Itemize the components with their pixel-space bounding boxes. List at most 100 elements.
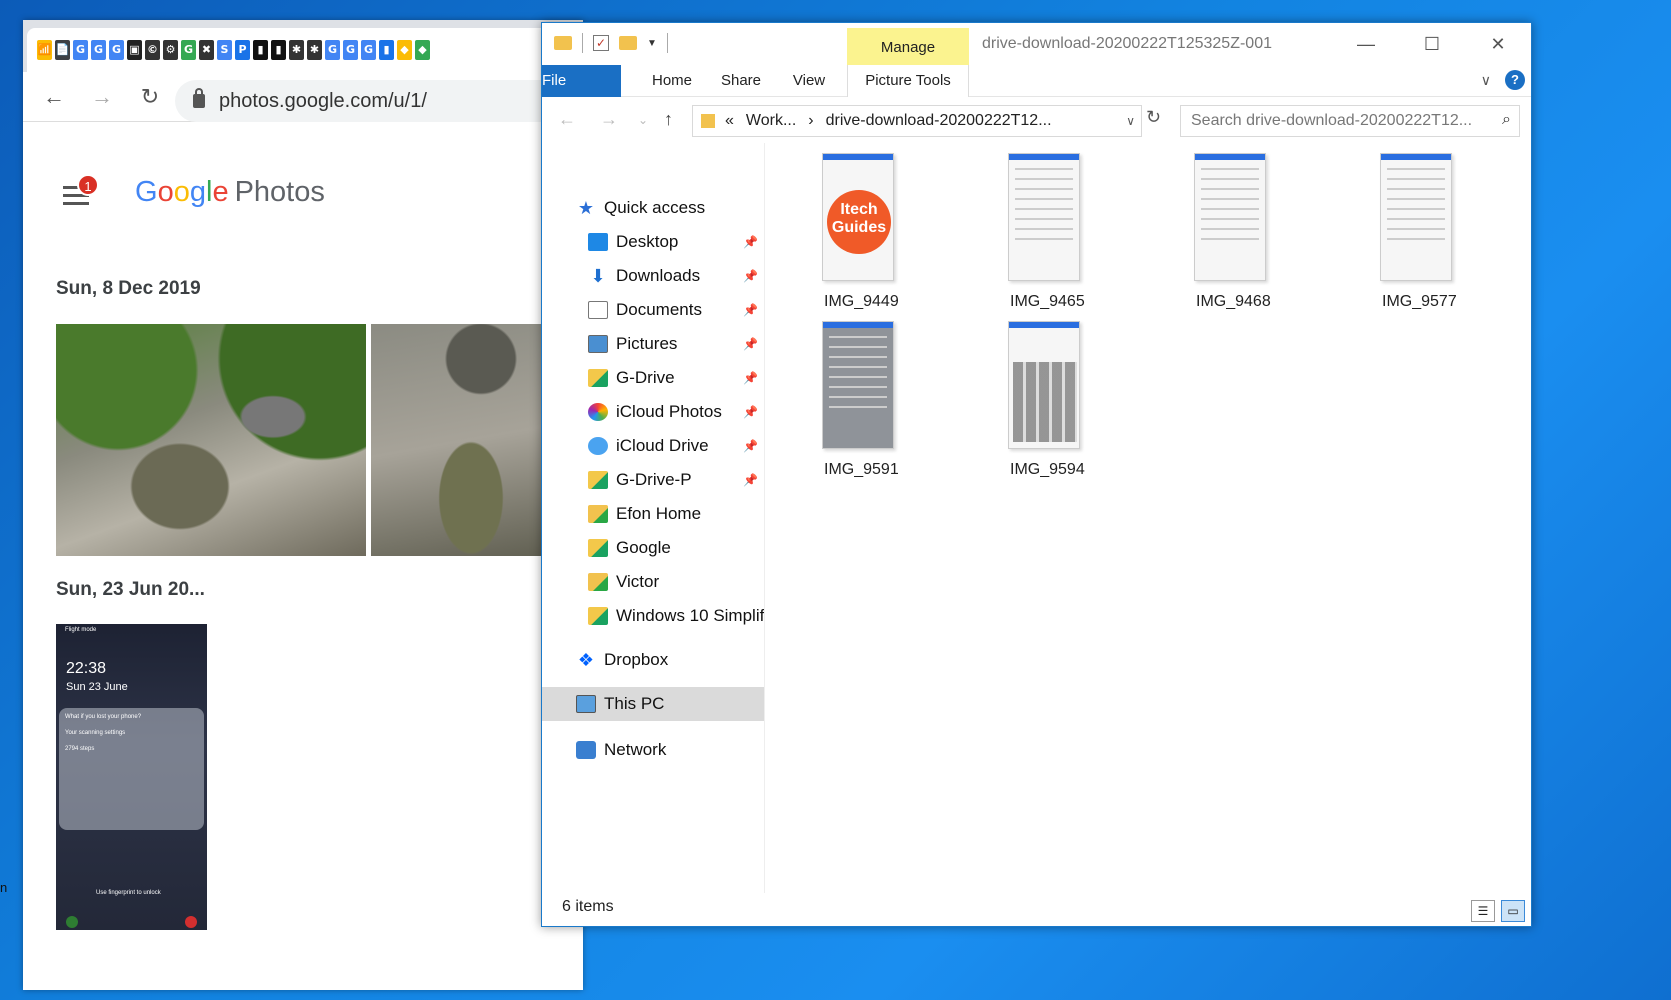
back-arrow-icon[interactable]: ← xyxy=(41,84,67,110)
nav-item-quick-access[interactable]: ★ Quick access xyxy=(542,191,764,225)
phone-time: 22:38 xyxy=(66,660,107,677)
breadcrumb-separator[interactable]: › xyxy=(808,112,813,130)
nav-item-efon-home[interactable]: Efon Home xyxy=(542,497,764,531)
minimize-button[interactable]: — xyxy=(1333,23,1399,65)
pin-icon[interactable]: 📌 xyxy=(743,371,758,385)
file-item[interactable]: IMG_9577 xyxy=(1340,153,1460,311)
help-icon[interactable]: ? xyxy=(1505,70,1525,90)
tab-favicon-icon[interactable]: ▮ xyxy=(271,40,286,60)
nav-item-downloads[interactable]: ⬇ Downloads 📌 xyxy=(542,259,764,293)
large-icons-view-button[interactable]: ▭ xyxy=(1501,900,1525,922)
tab-favicon-icon[interactable]: P xyxy=(235,40,250,60)
breadcrumb-overflow[interactable]: « xyxy=(725,112,734,130)
phone-date: Sun 23 June xyxy=(66,681,128,693)
tab-google-photos[interactable]: 📶📄GGG▣©⚙G✖SP▮▮✱✱GGG▮◆◆ × xyxy=(27,28,575,72)
address-bar[interactable]: photos.google.com/u/1/ xyxy=(175,80,583,122)
photo-thumbnail-phone-screenshot[interactable]: Flight mode 22:38 Sun 23 June What if yo… xyxy=(56,624,207,930)
breadcrumb-current[interactable]: drive-download-20200222T12... xyxy=(826,112,1052,130)
tab-favicon-icon[interactable]: G xyxy=(325,40,340,60)
nav-item-desktop[interactable]: Desktop 📌 xyxy=(542,225,764,259)
nav-item-this-pc[interactable]: This PC xyxy=(542,687,764,721)
expand-ribbon-chevron-icon[interactable]: ∨ xyxy=(1481,72,1491,89)
up-arrow-icon[interactable]: ↑ xyxy=(664,109,673,130)
nav-item-g-drive[interactable]: G-Drive 📌 xyxy=(542,361,764,395)
window-title: drive-download-20200222T125325Z-001 xyxy=(982,35,1272,52)
pin-icon[interactable]: 📌 xyxy=(743,405,758,419)
tab-favicon-icon[interactable]: G xyxy=(109,40,124,60)
nav-item-network[interactable]: Network xyxy=(542,733,764,767)
tab-favicon-icon[interactable]: ✖ xyxy=(199,40,214,60)
maximize-button[interactable]: ☐ xyxy=(1399,23,1465,65)
tab-favicon-icon[interactable]: © xyxy=(145,40,160,60)
google-photos-logo[interactable]: Google Photos xyxy=(135,176,325,209)
refresh-icon[interactable]: ↻ xyxy=(1146,107,1161,128)
file-item[interactable]: Itech Guides IMG_9449 xyxy=(782,153,902,311)
tab-favicon-icon[interactable]: ▮ xyxy=(253,40,268,60)
tab-picture-tools[interactable]: Picture Tools xyxy=(847,65,969,97)
pane-divider[interactable] xyxy=(764,143,765,893)
tab-favicon-icon[interactable]: ✱ xyxy=(289,40,304,60)
tab-favicon-icon[interactable]: ▮ xyxy=(379,40,394,60)
tab-share[interactable]: Share xyxy=(707,65,775,97)
tab-favicon-icon[interactable]: G xyxy=(73,40,88,60)
nav-item-icloud-drive[interactable]: iCloud Drive 📌 xyxy=(542,429,764,463)
google-drive-folder-icon xyxy=(588,539,608,557)
nav-item-icloud-photos[interactable]: iCloud Photos 📌 xyxy=(542,395,764,429)
tab-home[interactable]: Home xyxy=(637,65,707,97)
tab-favicon-icon[interactable]: G xyxy=(343,40,358,60)
breadcrumb-work[interactable]: Work... xyxy=(746,112,796,130)
phone-notification-card: What if you lost your phone? Your scanni… xyxy=(59,708,204,830)
divider xyxy=(582,33,583,53)
tab-favicon-icon[interactable]: S xyxy=(217,40,232,60)
address-dropdown-icon[interactable]: ∨ xyxy=(1126,114,1135,128)
pin-icon[interactable]: 📌 xyxy=(743,337,758,351)
pin-icon[interactable]: 📌 xyxy=(743,235,758,249)
nav-item-dropbox[interactable]: ❖ Dropbox xyxy=(542,643,764,677)
nav-item-g-drive-p[interactable]: G-Drive-P 📌 xyxy=(542,463,764,497)
nav-item-documents[interactable]: Documents 📌 xyxy=(542,293,764,327)
photo-thumbnail[interactable] xyxy=(56,324,366,556)
customize-dropdown-icon[interactable]: ▼ xyxy=(647,38,657,49)
file-item[interactable]: IMG_9465 xyxy=(968,153,1088,311)
tab-favicon-icon[interactable]: ◆ xyxy=(397,40,412,60)
reload-icon[interactable]: ↻ xyxy=(137,84,163,110)
back-arrow-icon[interactable]: ← xyxy=(558,109,576,130)
properties-check-icon[interactable]: ✓ xyxy=(593,35,609,51)
pin-icon[interactable]: 📌 xyxy=(743,303,758,317)
details-view-button[interactable]: ☰ xyxy=(1471,900,1495,922)
tab-favicon-icon[interactable]: ◆ xyxy=(415,40,430,60)
pin-icon[interactable]: 📌 xyxy=(743,269,758,283)
pin-icon[interactable]: 📌 xyxy=(743,439,758,453)
tab-favicon-icon[interactable]: G xyxy=(91,40,106,60)
recent-locations-icon[interactable]: ⌄ xyxy=(638,113,648,127)
forward-arrow-icon[interactable]: → xyxy=(600,109,618,130)
file-item[interactable]: IMG_9468 xyxy=(1154,153,1274,311)
tab-favicon-icon[interactable]: G xyxy=(361,40,376,60)
ribbon-right-controls: ∨ ? xyxy=(1481,70,1525,90)
nav-item-windows-10-simplif[interactable]: Windows 10 Simplif xyxy=(542,599,764,633)
nav-item-label: Downloads xyxy=(616,266,701,285)
documents-icon xyxy=(588,301,608,319)
tab-favicon-icon[interactable]: ✱ xyxy=(307,40,322,60)
nav-item-label: Quick access xyxy=(604,198,706,217)
tab-file[interactable]: File xyxy=(542,65,621,97)
forward-arrow-icon[interactable]: → xyxy=(89,84,115,110)
path-bar[interactable]: « Work... › drive-download-20200222T12..… xyxy=(692,105,1142,137)
nav-item-pictures[interactable]: Pictures 📌 xyxy=(542,327,764,361)
pin-icon[interactable]: 📌 xyxy=(743,473,758,487)
tab-favicon-icon[interactable]: ▣ xyxy=(127,40,142,60)
file-item[interactable]: IMG_9594 xyxy=(968,321,1088,479)
file-item[interactable]: IMG_9591 xyxy=(782,321,902,479)
tab-favicon-icon[interactable]: G xyxy=(181,40,196,60)
close-button[interactable]: ✕ xyxy=(1465,23,1531,65)
tab-view[interactable]: View xyxy=(778,65,840,97)
thumbnail-line xyxy=(1015,218,1073,220)
tab-favicon-icon[interactable]: 📄 xyxy=(55,40,70,60)
search-input[interactable]: Search drive-download-20200222T12... ⌕ xyxy=(1180,105,1520,137)
tab-favicon-icon[interactable]: 📶 xyxy=(37,40,52,60)
nav-item-google[interactable]: Google xyxy=(542,531,764,565)
tab-favicon-icon[interactable]: ⚙ xyxy=(163,40,178,60)
new-folder-icon[interactable] xyxy=(619,36,637,50)
search-icon[interactable]: ⌕ xyxy=(1502,111,1511,129)
nav-item-victor[interactable]: Victor xyxy=(542,565,764,599)
